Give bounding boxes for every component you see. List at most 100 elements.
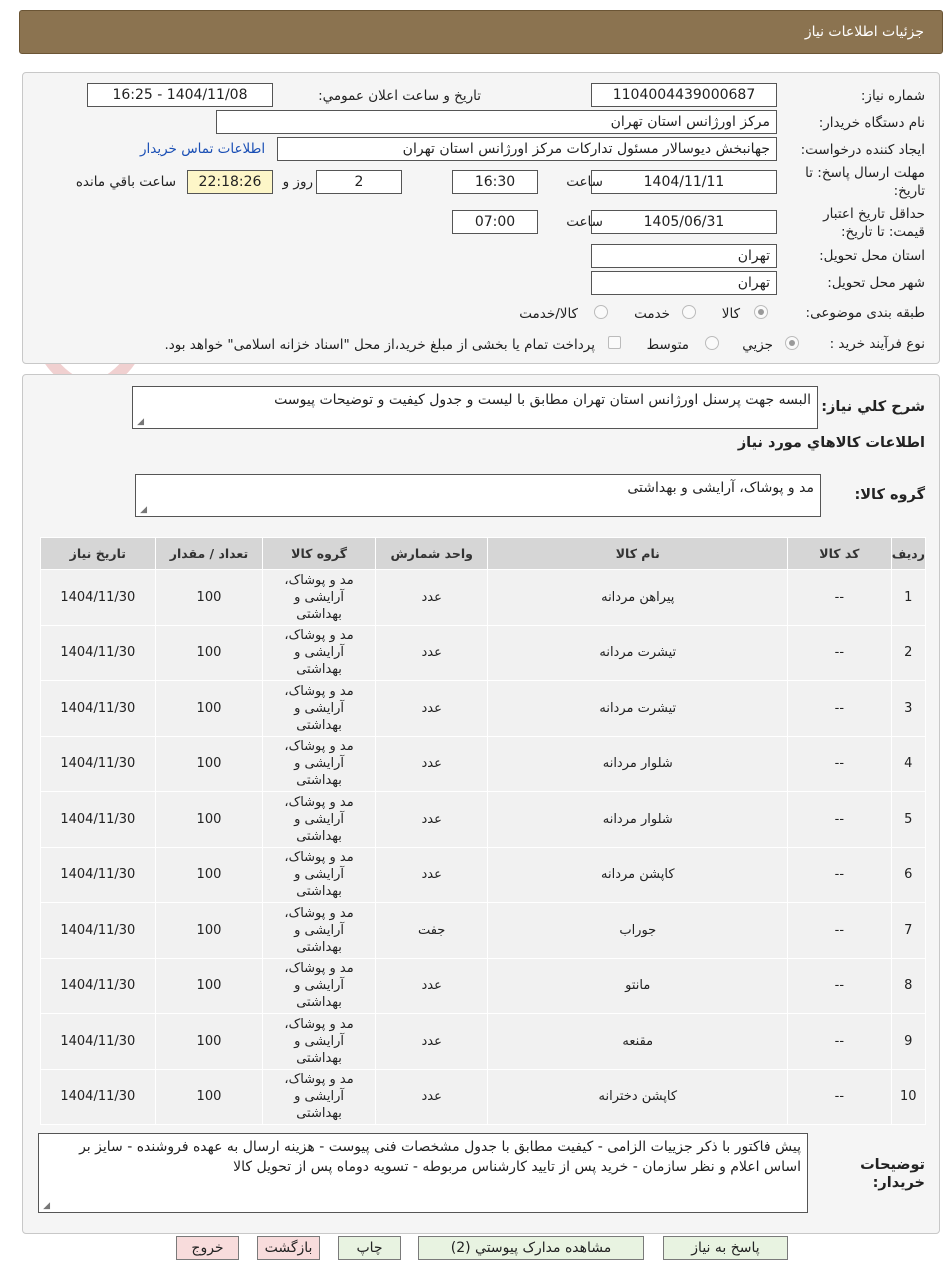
announce-label: تاریخ و ساعت اعلان عمومي:	[318, 88, 481, 104]
cell-unit: عدد	[374, 680, 489, 737]
process-option-medium: متوسط	[646, 337, 689, 353]
cell-date: 1404/11/30	[40, 902, 156, 959]
cell-unit: عدد	[374, 735, 489, 792]
buyer-notes-text: پیش فاکتور با ذکر جزییات الزامی - کیفیت …	[79, 1139, 801, 1175]
goods-section-title: اطلاعات كالاهاي مورد نياز	[737, 435, 925, 451]
cell-group: مد و پوشاک، آرایشی و بهداشتی	[262, 1068, 376, 1125]
cell-name: جوراب	[487, 902, 789, 959]
category-radio-service[interactable]	[682, 305, 696, 319]
table-row: 1 -- پیراهن مردانه عدد مد و پوشاک، آرایشی و …	[40, 569, 927, 626]
back-button[interactable]: بازگشت	[257, 1236, 320, 1260]
deadline-time-field: 16:30	[452, 170, 538, 194]
buyer-contact-link[interactable]: اطلاعات تماس خریدار	[140, 141, 265, 157]
need-number-field: 1104004439000687	[591, 83, 777, 107]
cell-name: کاپشن دخترانه	[487, 1068, 789, 1125]
process-radio-minor[interactable]	[785, 336, 799, 350]
need-number-label: شماره نیاز:	[860, 88, 925, 104]
cell-name: مقنعه	[487, 1013, 789, 1070]
cell-unit: عدد	[374, 1068, 489, 1125]
cell-date: 1404/11/30	[40, 735, 156, 792]
resize-grip-icon[interactable]: ◢	[42, 1202, 50, 1211]
deadline-date-field: 1404/11/11	[591, 170, 777, 194]
cell-code: --	[787, 957, 892, 1014]
page-title: جزئیات اطلاعات نیاز	[804, 24, 924, 40]
cell-code: --	[787, 1068, 892, 1125]
print-button[interactable]: چاپ	[338, 1236, 401, 1260]
cell-name: تیشرت مردانه	[487, 624, 789, 681]
col-header-code: کد کالا	[787, 537, 892, 570]
cell-row-number: 8	[890, 957, 927, 1014]
table-row: 3 -- تیشرت مردانه عدد مد و پوشاک، آرایشی و ب…	[40, 680, 927, 737]
deadline-label-2: تاریخ:	[893, 183, 925, 199]
cell-unit: عدد	[374, 624, 489, 681]
cell-code: --	[787, 791, 892, 848]
cell-row-number: 3	[890, 680, 927, 737]
table-row: 7 -- جوراب جفت مد و پوشاک، آرایشی و بهداشتی 1…	[40, 902, 927, 959]
cell-group: مد و پوشاک، آرایشی و بهداشتی	[262, 1013, 376, 1070]
cell-name: شلوار مردانه	[487, 791, 789, 848]
cell-quantity: 100	[154, 1013, 264, 1070]
goods-table-header: ردیف کد کالا نام کالا واحد شمارش گروه کا…	[40, 537, 927, 570]
cell-date: 1404/11/30	[40, 624, 156, 681]
cell-name: مانتو	[487, 957, 789, 1014]
cell-date: 1404/11/30	[40, 1068, 156, 1125]
cell-group: مد و پوشاک، آرایشی و بهداشتی	[262, 902, 376, 959]
cell-quantity: 100	[154, 791, 264, 848]
col-header-row: ردیف	[890, 537, 927, 570]
process-radio-medium[interactable]	[705, 336, 719, 350]
category-radio-goods-service[interactable]	[594, 305, 608, 319]
creator-field: جهانبخش دیوسالار مسئول تداركات مرکز اورژ…	[277, 137, 777, 161]
cell-unit: جفت	[374, 902, 489, 959]
days-label: روز و	[282, 174, 313, 190]
cell-row-number: 10	[890, 1068, 927, 1125]
cell-row-number: 6	[890, 846, 927, 903]
deadline-time-label: ساعت	[566, 174, 603, 190]
page-header: جزئیات اطلاعات نیاز	[19, 10, 943, 54]
exit-button[interactable]: خروج	[176, 1236, 239, 1260]
summary-textarea[interactable]: البسه جهت پرسنل اورژانس استان تهران مطاب…	[132, 386, 818, 429]
cell-row-number: 2	[890, 624, 927, 681]
table-row: 4 -- شلوار مردانه عدد مد و پوشاک، آرایشی و ب…	[40, 735, 927, 792]
cell-name: شلوار مردانه	[487, 735, 789, 792]
cell-quantity: 100	[154, 735, 264, 792]
table-row: 10 -- کاپشن دخترانه عدد مد و پوشاک، آرایشی و…	[40, 1068, 927, 1125]
attachments-button[interactable]: مشاهده مدارک پیوستي (2)	[418, 1236, 644, 1260]
resize-grip-icon[interactable]: ◢	[139, 506, 147, 515]
table-row: 9 -- مقنعه عدد مد و پوشاک، آرایشی و بهداشتی 1…	[40, 1013, 927, 1070]
table-row: 5 -- شلوار مردانه عدد مد و پوشاک، آرایشی و ب…	[40, 791, 927, 848]
treasury-checkbox[interactable]	[608, 336, 621, 349]
summary-label: شرح كلي نياز:	[821, 399, 925, 415]
col-header-date: تاریخ نیاز	[40, 537, 156, 570]
goods-panel: شرح كلي نياز: البسه جهت پرسنل اورژانس اس…	[22, 374, 940, 1234]
buyer-notes-label-2: خریدار:	[872, 1175, 925, 1191]
category-option-service: خدمت	[634, 306, 670, 322]
cell-code: --	[787, 1013, 892, 1070]
col-header-name: نام کالا	[487, 537, 789, 570]
goods-group-label: گروه کالا:	[854, 487, 925, 503]
treasury-note: پرداخت تمام یا بخشی از مبلغ خرید،از محل …	[164, 337, 595, 353]
cell-date: 1404/11/30	[40, 846, 156, 903]
cell-name: پیراهن مردانه	[487, 569, 789, 626]
validity-time-label: ساعت	[566, 214, 603, 230]
col-header-group: گروه کالا	[262, 537, 376, 570]
goods-table: ردیف کد کالا نام کالا واحد شمارش گروه کا…	[40, 537, 927, 1125]
cell-unit: عدد	[374, 1013, 489, 1070]
resize-grip-icon[interactable]: ◢	[136, 418, 144, 427]
cell-code: --	[787, 680, 892, 737]
goods-group-text: مد و پوشاک، آرایشی و بهداشتی	[627, 480, 814, 496]
buyer-notes-label: توضیحات	[860, 1157, 925, 1173]
category-radio-goods[interactable]	[754, 305, 768, 319]
cell-quantity: 100	[154, 680, 264, 737]
cell-date: 1404/11/30	[40, 791, 156, 848]
buyer-notes-textarea[interactable]: پیش فاکتور با ذکر جزییات الزامی - کیفیت …	[38, 1133, 808, 1213]
cell-group: مد و پوشاک، آرایشی و بهداشتی	[262, 735, 376, 792]
reply-button[interactable]: پاسخ به نیاز	[663, 1236, 788, 1260]
cell-group: مد و پوشاک، آرایشی و بهداشتی	[262, 569, 376, 626]
table-row: 6 -- کاپشن مردانه عدد مد و پوشاک، آرایشی و ب…	[40, 846, 927, 903]
announce-field: 1404/11/08 - 16:25	[87, 83, 273, 107]
cell-code: --	[787, 846, 892, 903]
goods-group-textarea[interactable]: مد و پوشاک، آرایشی و بهداشتی ◢	[135, 474, 821, 517]
cell-unit: عدد	[374, 791, 489, 848]
cell-code: --	[787, 569, 892, 626]
cell-unit: عدد	[374, 569, 489, 626]
